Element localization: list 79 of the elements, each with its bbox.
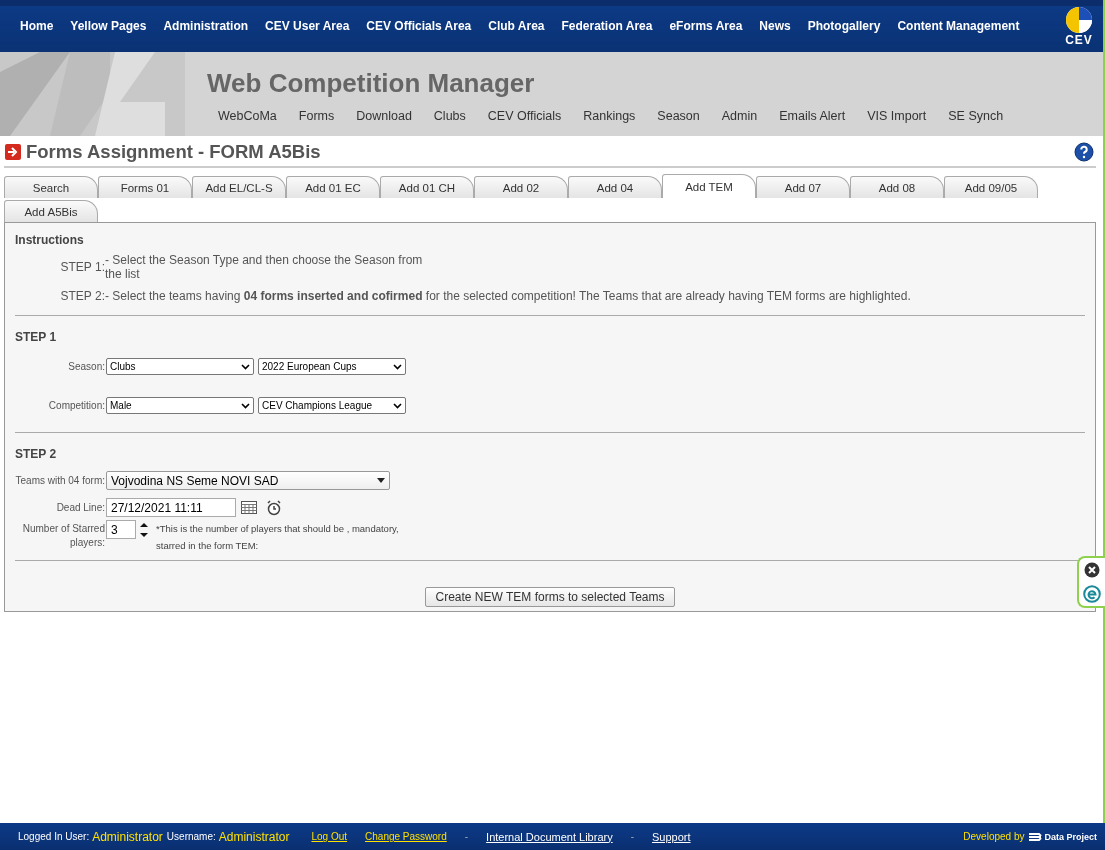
- menu-link[interactable]: SE Synch: [937, 109, 1015, 123]
- letter-e-icon[interactable]: [1083, 584, 1101, 603]
- field-label: Dead Line:: [55, 502, 105, 513]
- calendar-icon[interactable]: [241, 501, 257, 514]
- tab[interactable]: Add 02: [474, 176, 568, 198]
- alarm-clock-icon[interactable]: [266, 499, 282, 516]
- section-heading: STEP 2: [15, 447, 58, 461]
- step-label: STEP 2:: [59, 289, 105, 303]
- menu-link[interactable]: Admin: [710, 109, 769, 123]
- section-heading: STEP 1: [15, 330, 58, 344]
- note-text: *This is the number of players that should be , mandatory, starred in the form TEM:: [156, 522, 400, 553]
- help-icon[interactable]: [1074, 142, 1094, 162]
- spinner-arrows-icon[interactable]: [140, 521, 148, 538]
- menu-link[interactable]: WebCoMa: [207, 109, 288, 123]
- footer-link[interactable]: Change Password: [365, 831, 447, 842]
- brand-logo-icon: [1028, 830, 1043, 843]
- ball-logo-icon: [1065, 5, 1093, 34]
- footer-link[interactable]: Internal Document Library: [486, 830, 613, 843]
- footer-label: Logged In User:: [18, 831, 90, 842]
- footer-label: Developed by: [963, 831, 1025, 842]
- menu-link[interactable]: Season: [646, 109, 711, 123]
- separator-text: -: [464, 831, 469, 842]
- menu-link[interactable]: VIS Import: [856, 109, 938, 123]
- nav-link[interactable]: Home: [20, 19, 62, 33]
- select-field[interactable]: Male: [106, 397, 254, 414]
- separator-text: -: [630, 831, 634, 842]
- section-heading: Instructions: [15, 233, 85, 247]
- user-name: Administrator: [218, 829, 290, 844]
- nav-link[interactable]: CEV Officials Area: [357, 19, 480, 33]
- number-field[interactable]: 3: [106, 520, 136, 539]
- nav-link[interactable]: CEV User Area: [256, 19, 358, 33]
- step-text: - Select the teams having 04 forms inserted and cofirmed for the selected competition! The Teams that are already having TEM forms are highlighted.: [105, 289, 912, 303]
- create-forms-button[interactable]: Create NEW TEM forms to selected Teams: [424, 587, 676, 607]
- menu-link[interactable]: Emails Alert: [768, 109, 857, 123]
- nav-link[interactable]: Photogallery: [799, 19, 889, 33]
- nav-link[interactable]: Club Area: [479, 19, 553, 33]
- field-label: Competition:: [47, 400, 105, 411]
- nav-link[interactable]: News: [750, 19, 800, 33]
- select-field[interactable]: Clubs: [106, 358, 254, 375]
- field-label: Season:: [67, 361, 105, 372]
- footer-label: Username:: [166, 831, 216, 842]
- menu-link[interactable]: Download: [345, 109, 423, 123]
- nav-link[interactable]: Yellow Pages: [61, 19, 155, 33]
- logo-text: CEV: [1065, 33, 1093, 47]
- field-label: Teams with 04 form:: [15, 475, 105, 486]
- page-title: Forms Assignment - FORM A5Bis: [26, 141, 321, 163]
- select-field[interactable]: 2022 European Cups: [258, 358, 406, 375]
- step-text: - Select the Season Type and then choose the Season from the list: [105, 253, 424, 281]
- team-select[interactable]: Vojvodina NS Seme NOVI SAD: [106, 471, 390, 490]
- tab[interactable]: Add 08: [850, 176, 944, 198]
- tab[interactable]: Add 07: [756, 176, 850, 198]
- nav-link[interactable]: Administration: [154, 19, 257, 33]
- tab[interactable]: Forms 01: [98, 176, 192, 198]
- tab[interactable]: Search: [4, 176, 98, 198]
- step-label: STEP 1:: [59, 260, 105, 274]
- tab[interactable]: Add 01 CH: [380, 176, 474, 198]
- tab[interactable]: Add A5Bis: [4, 200, 98, 222]
- menu-link[interactable]: Clubs: [422, 109, 477, 123]
- footer-link[interactable]: Log Out: [311, 831, 348, 842]
- tab[interactable]: Add 04: [568, 176, 662, 198]
- app-title: Web Competition Manager: [207, 68, 536, 99]
- footer-link[interactable]: Support: [652, 830, 691, 843]
- tab[interactable]: Add EL/CL-S: [192, 176, 286, 198]
- nav-link[interactable]: Federation Area: [553, 19, 661, 33]
- user-name: Administrator: [92, 829, 163, 844]
- select-field[interactable]: CEV Champions League: [258, 397, 406, 414]
- tab[interactable]: Add 01 EC: [286, 176, 380, 198]
- menu-link[interactable]: Forms: [287, 109, 346, 123]
- menu-link[interactable]: CEV Officials: [476, 109, 573, 123]
- close-icon[interactable]: [1084, 561, 1100, 578]
- dropdown-arrow-icon: [377, 478, 385, 483]
- menu-link[interactable]: Rankings: [572, 109, 647, 123]
- nav-link[interactable]: Content Management: [888, 19, 1028, 33]
- nav-link[interactable]: eForms Area: [660, 19, 751, 33]
- tab[interactable]: Add TEM: [662, 174, 756, 198]
- tab[interactable]: Add 09/05: [944, 176, 1038, 198]
- deadline-field[interactable]: 27/12/2021 11:11: [106, 498, 236, 517]
- brand-name: Data Project: [1044, 831, 1097, 842]
- field-label: Number of Starred players:: [21, 522, 105, 550]
